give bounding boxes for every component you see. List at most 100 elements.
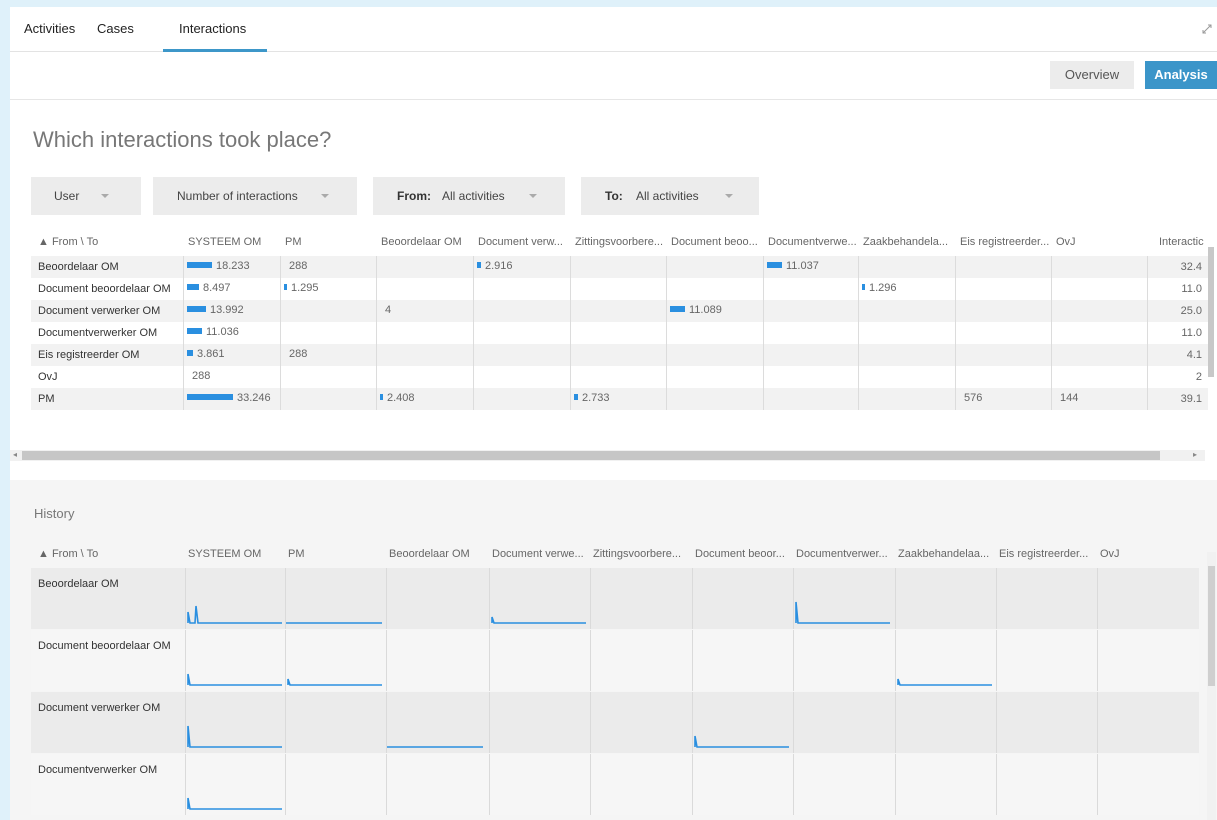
column-header[interactable]: Zittingsvoorbere... [575,236,669,248]
value-bar [477,262,481,269]
history-sparkline[interactable] [286,568,384,629]
matrix-cell[interactable]: 2.916 [477,260,513,274]
tab-activities[interactable]: Activities [24,21,75,36]
matrix-cell[interactable]: 144 [1055,392,1078,406]
history-sparkline[interactable] [794,568,892,629]
scroll-left-icon[interactable]: ◂ [13,450,17,459]
history-row[interactable]: Document verwerker OM [31,692,1199,753]
scroll-right-icon[interactable]: ▸ [1193,450,1197,459]
column-header[interactable]: Eis registreerder... [960,236,1054,248]
matrix-cell[interactable]: 11.089 [670,304,722,318]
expand-icon[interactable] [1201,23,1213,35]
row-total: 32.4 [1180,261,1202,273]
matrix-cell[interactable]: 1.296 [862,282,897,296]
table-row[interactable]: OvJ 288 2 [31,366,1208,388]
history-sparkline[interactable] [387,692,485,753]
sparkline-path [187,605,282,624]
matrix-cell[interactable]: 4 [380,304,391,318]
column-header[interactable]: Documentverwe... [768,236,862,248]
column-header[interactable]: PM [288,548,305,560]
column-header[interactable]: Document verwe... [492,548,584,560]
column-header[interactable]: PM [285,236,379,248]
from-dropdown[interactable]: From: All activities [373,177,565,215]
table-row[interactable]: Eis registreerder OM 3.861 288 4.1 [31,344,1208,366]
cell-divider [763,322,764,344]
matrix-cell[interactable]: 1.295 [284,282,319,296]
cell-divider [280,322,281,344]
sparkline-path [187,673,282,686]
history-sparkline[interactable] [490,568,588,629]
column-header[interactable]: Documentverwer... [796,548,888,560]
scroll-thumb[interactable] [1208,247,1214,377]
column-header[interactable]: Document beoo... [671,236,765,248]
history-sparkline[interactable] [286,630,384,691]
column-header[interactable]: Zaakbehandelaa... [898,548,989,560]
matrix-cell[interactable]: 11.036 [187,326,239,340]
sort-corner-header[interactable]: ▲ From \ To [38,236,98,248]
cell-divider [489,754,490,815]
group-by-dropdown[interactable]: User [31,177,141,215]
matrix-cell[interactable]: 33.246 [187,392,271,406]
overview-button[interactable]: Overview [1050,61,1134,89]
tab-cases[interactable]: Cases [97,21,134,36]
cell-value: 576 [964,392,983,404]
column-header[interactable]: Document beoor... [695,548,785,560]
matrix-cell[interactable]: 288 [284,348,307,362]
cell-divider [996,630,997,691]
table-row[interactable]: Beoordelaar OM 18.233 288 2.916 11.037 32.4 [31,256,1208,278]
history-sparkline[interactable] [186,630,284,691]
cell-value: 1.295 [291,282,319,294]
matrix-cell[interactable]: 11.037 [767,260,819,274]
history-row[interactable]: Document beoordelaar OM [31,630,1199,691]
analysis-button[interactable]: Analysis [1145,61,1217,89]
sort-corner-header[interactable]: ▲ From \ To [38,548,98,560]
scroll-thumb[interactable] [1208,566,1215,686]
table-row[interactable]: PM 33.246 2.408 2.733 576 144 39.1 [31,388,1208,410]
history-row[interactable]: Documentverwerker OM [31,754,1199,815]
matrix-cell[interactable]: 13.992 [187,304,244,318]
matrix-cell[interactable]: 8.497 [187,282,231,296]
cell-divider [895,754,896,815]
column-header[interactable]: Document verw... [478,236,572,248]
column-header[interactable]: Eis registreerder... [999,548,1088,560]
matrix-cell[interactable]: 2.408 [380,392,415,406]
column-header[interactable]: OvJ [1056,236,1150,248]
table-horizontal-scrollbar[interactable]: ◂ ▸ [10,450,1205,461]
matrix-cell[interactable]: 288 [187,370,210,384]
column-header[interactable]: Beoordelaar OM [389,548,470,560]
table-row[interactable]: Document beoordelaar OM 8.497 1.295 1.296 11… [31,278,1208,300]
tab-interactions[interactable]: Interactions [179,21,246,36]
column-header[interactable]: Beoordelaar OM [381,236,475,248]
chevron-down-icon [101,194,109,198]
scroll-thumb[interactable] [22,451,1160,460]
history-sparkline[interactable] [186,754,284,815]
total-column-header[interactable]: Interactic [1159,236,1207,248]
table-row[interactable]: Documentverwerker OM 11.036 11.0 [31,322,1208,344]
matrix-cell[interactable]: 576 [959,392,982,406]
cell-divider [996,568,997,629]
history-sparkline[interactable] [186,568,284,629]
column-header[interactable]: SYSTEEM OM [188,236,282,248]
cell-divider [590,630,591,691]
column-header[interactable]: OvJ [1100,548,1120,560]
table-row[interactable]: Document verwerker OM 13.992 4 11.089 25.0 [31,300,1208,322]
column-header[interactable]: Zittingsvoorbere... [593,548,681,560]
column-header[interactable]: SYSTEEM OM [188,548,261,560]
matrix-cell[interactable]: 288 [284,260,307,274]
app-frame: Activities Cases Interactions Overview A… [10,7,1217,820]
history-sparkline[interactable] [693,692,791,753]
matrix-cell[interactable]: 3.861 [187,348,225,362]
history-sparkline[interactable] [896,630,994,691]
to-dropdown[interactable]: To: All activities [581,177,759,215]
matrix-cell[interactable]: 2.733 [574,392,610,406]
row-total: 11.0 [1181,327,1202,339]
matrix-cell[interactable]: 18.233 [187,260,250,274]
history-vertical-scrollbar[interactable] [1207,552,1216,820]
history-sparkline[interactable] [186,692,284,753]
column-header[interactable]: Zaakbehandela... [863,236,957,248]
value-bar [187,262,212,269]
table-vertical-scrollbar[interactable] [1207,235,1215,432]
measure-dropdown[interactable]: Number of interactions [153,177,357,215]
sparkline-path [187,797,282,810]
history-row[interactable]: Beoordelaar OM [31,568,1199,629]
